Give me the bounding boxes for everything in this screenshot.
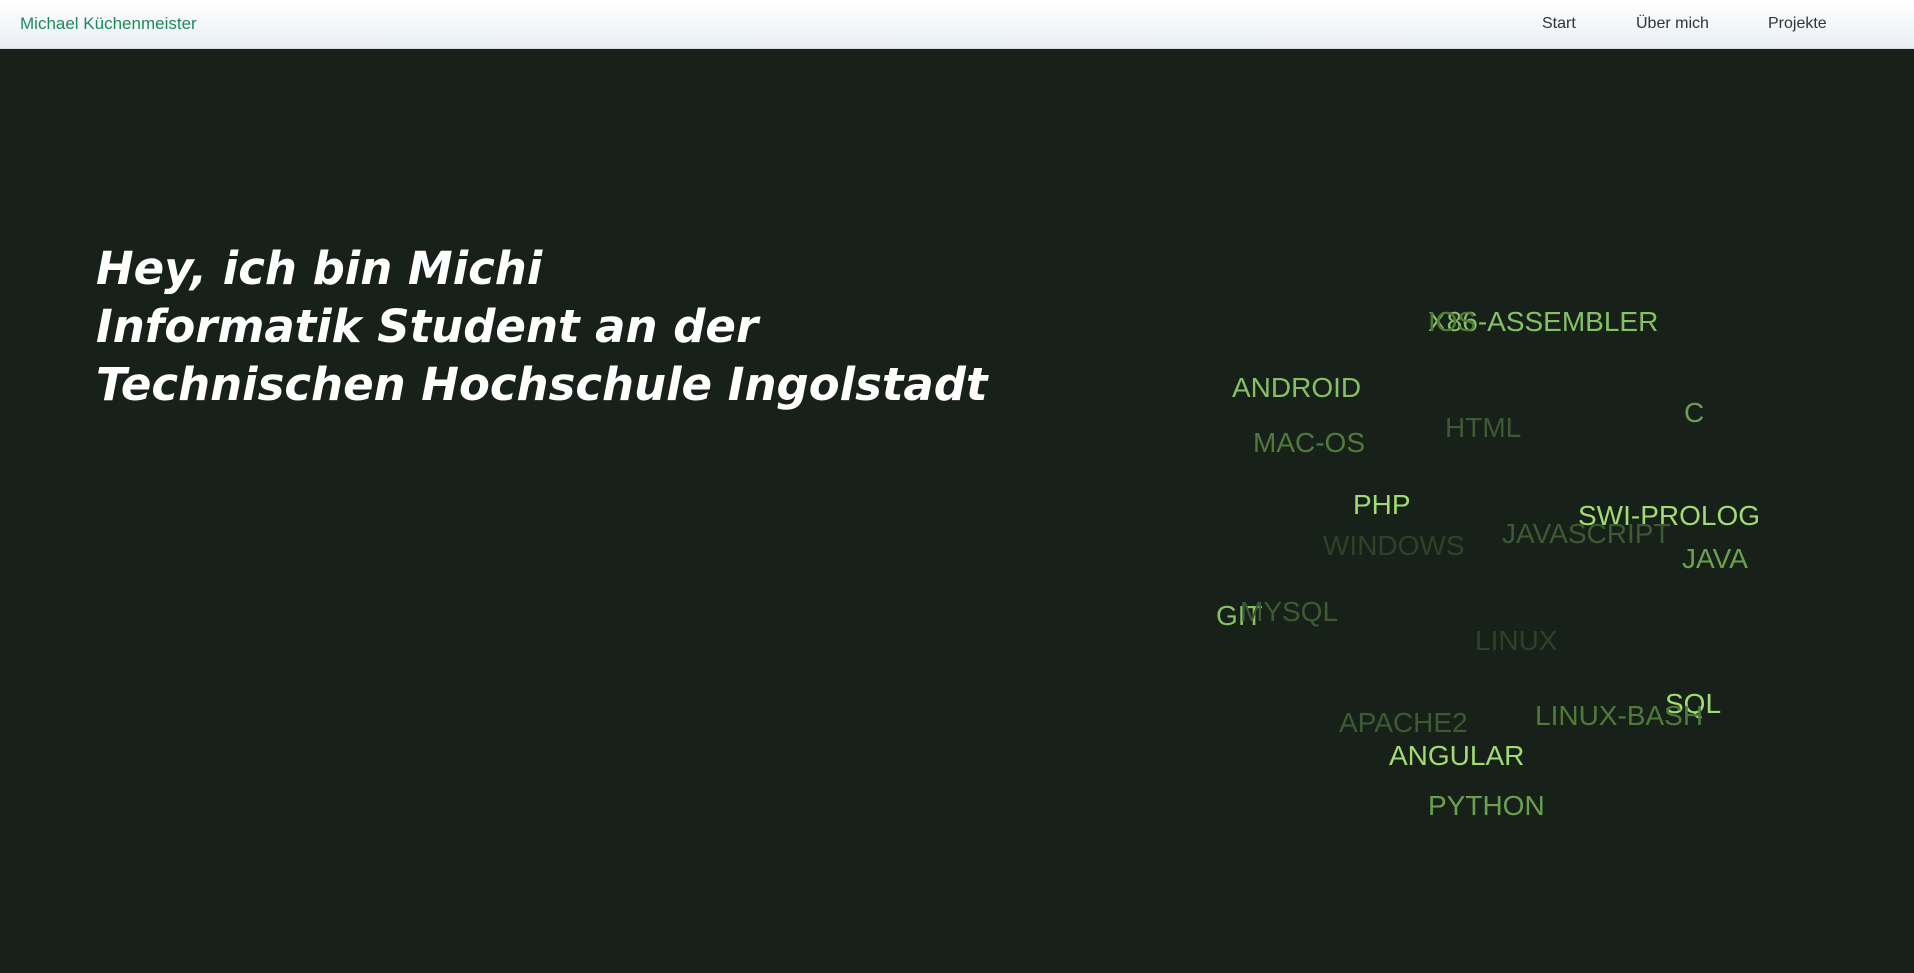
hero-line-3: Technischen Hochschule Ingolstadt xyxy=(96,358,988,411)
nav-link-start[interactable]: Start xyxy=(1542,15,1576,33)
hero-line-2: Informatik Student an der xyxy=(96,300,759,353)
tag-php[interactable]: PHP xyxy=(1353,489,1411,521)
tag-python[interactable]: PYTHON xyxy=(1428,790,1545,822)
hero-line-1: Hey, ich bin Michi xyxy=(96,242,543,295)
tag-linux[interactable]: LINUX xyxy=(1475,625,1557,657)
tag-javascript[interactable]: JAVASCRIPT xyxy=(1502,518,1671,550)
nav-link-projekte[interactable]: Projekte xyxy=(1768,15,1827,33)
nav-link-ueber-mich[interactable]: Über mich xyxy=(1636,15,1709,33)
tag-c[interactable]: C xyxy=(1684,397,1704,429)
tag-html[interactable]: HTML xyxy=(1445,412,1521,444)
top-navbar: Michael Küchenmeister Start Über mich Pr… xyxy=(0,0,1914,49)
tag-angular[interactable]: ANGULAR xyxy=(1389,740,1524,772)
tag-windows[interactable]: WINDOWS xyxy=(1323,530,1465,562)
tag-apache2[interactable]: APACHE2 xyxy=(1339,707,1468,739)
hero-heading: Hey, ich bin Michi Informatik Student an… xyxy=(96,240,987,414)
tag-mac-os[interactable]: MAC-OS xyxy=(1253,427,1365,459)
tag-linux-bash[interactable]: LINUX-BASH xyxy=(1535,700,1703,732)
skills-tag-cloud: X86-ASSEMBLER IOS ANDROID HTML C MAC-OS … xyxy=(0,0,1914,973)
tag-ios[interactable]: IOS xyxy=(1428,306,1476,338)
tag-android[interactable]: ANDROID xyxy=(1232,372,1361,404)
brand-link[interactable]: Michael Küchenmeister xyxy=(20,14,197,34)
tag-java[interactable]: JAVA xyxy=(1682,543,1748,575)
tag-mysql[interactable]: MYSQL xyxy=(1240,596,1338,628)
